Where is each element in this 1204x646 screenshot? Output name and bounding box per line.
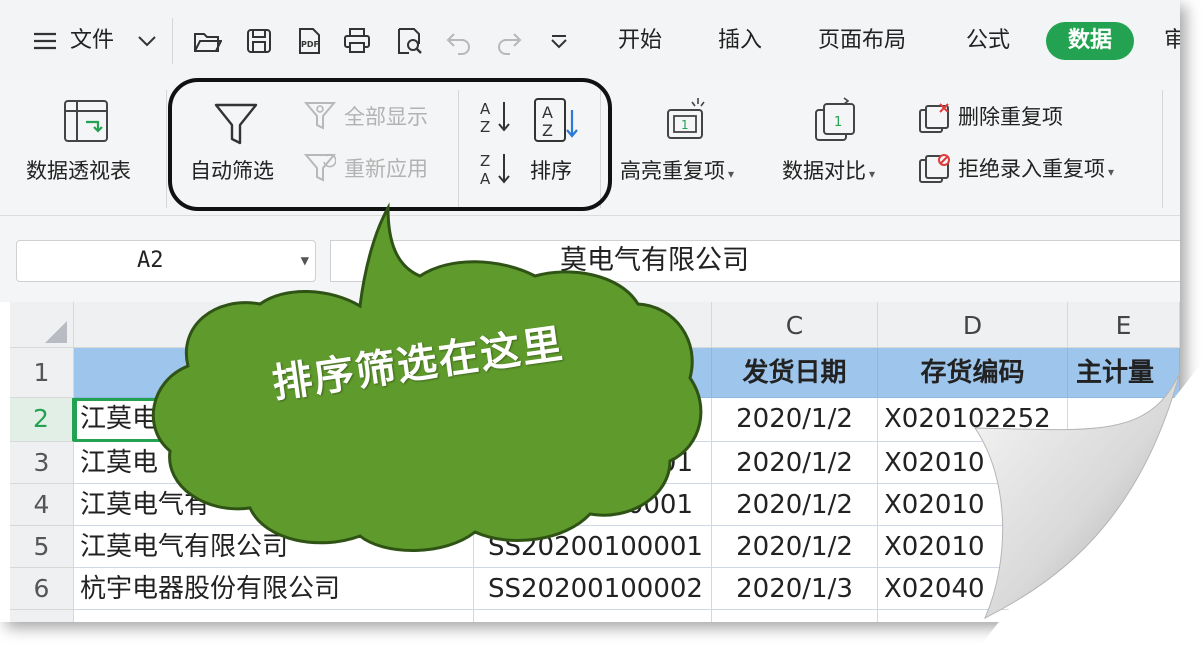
open-folder-icon[interactable] <box>192 26 223 56</box>
table-cell[interactable]: 2020/1/3 <box>712 568 878 610</box>
select-all-corner[interactable] <box>10 302 74 348</box>
row-header[interactable] <box>10 610 74 622</box>
table-cell[interactable]: X02040 <box>878 568 1068 610</box>
row-header[interactable]: 6 <box>10 568 74 610</box>
pivot-table-button[interactable]: 数据透视表 <box>26 158 131 184</box>
row-header[interactable]: 1 <box>10 348 74 398</box>
remove-dup-button[interactable]: 删除重复项 <box>958 104 1063 130</box>
row-header[interactable]: 3 <box>10 442 74 484</box>
menu-bar: 文件 PDF 开始 插入 页面布局 公式 数据 审 <box>0 0 1180 80</box>
column-header-c[interactable]: C <box>712 302 878 348</box>
ribbon-divider <box>1162 90 1163 208</box>
table-cell[interactable]: 2020/1/2 <box>712 398 878 442</box>
reject-dup-icon[interactable] <box>918 152 952 184</box>
svg-text:1: 1 <box>681 118 689 132</box>
tab-home[interactable]: 开始 <box>618 26 662 56</box>
svg-text:PDF: PDF <box>301 40 319 49</box>
tab-review-clipped[interactable]: 审 <box>1164 26 1180 56</box>
menu-divider <box>172 18 173 64</box>
tab-formulas[interactable]: 公式 <box>966 26 1010 56</box>
tab-data[interactable]: 数据 <box>1046 22 1134 60</box>
column-header-e[interactable]: E <box>1068 302 1180 348</box>
pdf-icon[interactable]: PDF <box>294 26 324 56</box>
undo-icon[interactable] <box>444 26 474 56</box>
pivot-table-icon[interactable] <box>62 98 110 144</box>
table-cell[interactable] <box>1068 484 1180 526</box>
table-cell[interactable] <box>74 610 474 622</box>
highlight-dup-button[interactable]: 高亮重复项 ▾ <box>620 158 734 187</box>
svg-text:1: 1 <box>834 115 842 130</box>
ribbon-divider <box>166 90 167 208</box>
table-cell[interactable] <box>1068 526 1180 568</box>
highlight-frame <box>168 78 612 211</box>
print-icon[interactable] <box>342 26 372 56</box>
save-icon[interactable] <box>244 26 274 56</box>
highlight-dup-label: 高亮重复项 <box>620 159 725 183</box>
tab-page-layout[interactable]: 页面布局 <box>818 26 906 56</box>
column-header-d[interactable]: D <box>878 302 1068 348</box>
table-cell[interactable]: 2020/1/2 <box>712 484 878 526</box>
row-header[interactable]: 5 <box>10 526 74 568</box>
dropdown-caret-icon: ▾ <box>728 167 735 181</box>
dropdown-caret-icon: ▾ <box>1108 165 1115 179</box>
header-cell[interactable]: 发货日期 <box>712 348 878 398</box>
row-header[interactable]: 4 <box>10 484 74 526</box>
screenshot-stage: 文件 PDF 开始 插入 页面布局 公式 数据 审 数据透视表 自动筛选 全部显… <box>0 0 1204 646</box>
menu-icon[interactable] <box>30 26 60 56</box>
row-header[interactable]: 2 <box>10 398 74 442</box>
highlight-dup-icon[interactable]: 1 <box>662 96 712 144</box>
reject-dup-label: 拒绝录入重复项 <box>958 157 1105 181</box>
header-cell[interactable]: 存货编码 <box>878 348 1068 398</box>
chevron-down-icon[interactable] <box>132 26 162 56</box>
table-cell[interactable]: X02010 <box>878 484 1068 526</box>
compare-button[interactable]: 数据对比 ▾ <box>782 158 875 187</box>
redo-icon[interactable] <box>494 26 524 56</box>
file-menu[interactable]: 文件 <box>70 26 114 56</box>
table-cell[interactable]: 2020/1/2 <box>712 442 878 484</box>
customize-chevron-icon[interactable] <box>544 26 574 56</box>
table-cell[interactable]: X020102252 <box>878 398 1068 442</box>
dropdown-caret-icon: ▾ <box>869 167 876 181</box>
tab-insert[interactable]: 插入 <box>718 26 762 56</box>
reject-dup-button[interactable]: 拒绝录入重复项 ▾ <box>958 156 1114 185</box>
table-cell[interactable] <box>1068 398 1180 442</box>
print-preview-icon[interactable] <box>394 26 424 56</box>
table-cell[interactable] <box>1068 442 1180 484</box>
table-cell[interactable] <box>474 610 712 622</box>
table-cell[interactable] <box>712 610 878 622</box>
table-cell[interactable]: X02010 <box>878 442 1068 484</box>
table-cell[interactable] <box>1068 568 1180 610</box>
table-cell[interactable]: X02010 <box>878 526 1068 568</box>
compare-label: 数据对比 <box>782 159 866 183</box>
table-cell[interactable] <box>878 610 1068 622</box>
header-cell[interactable]: 主计量 <box>1068 348 1180 398</box>
remove-dup-icon[interactable] <box>918 102 952 134</box>
compare-icon[interactable]: 1 <box>812 96 862 144</box>
table-cell[interactable]: 2020/1/2 <box>712 526 878 568</box>
